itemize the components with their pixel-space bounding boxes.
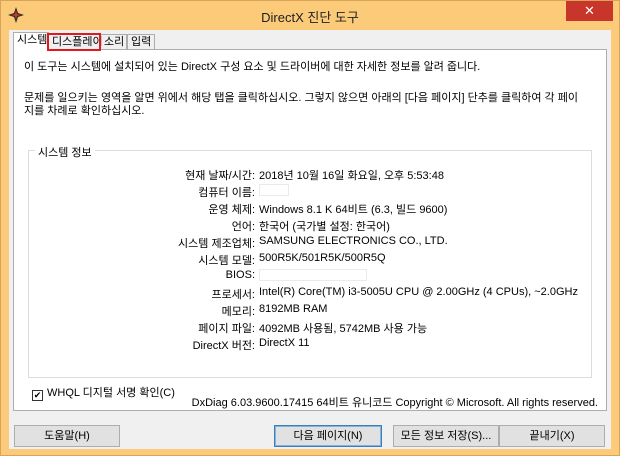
info-value: 4092MB 사용됨, 5742MB 사용 가능 <box>259 323 428 335</box>
info-row-language: 언어: 한국어 (국가별 설정: 한국어) <box>29 218 593 233</box>
tab-panel: 이 도구는 시스템에 설치되어 있는 DirectX 구성 요소 및 드라이버에… <box>13 49 607 411</box>
info-row-page-file: 페이지 파일: 4092MB 사용됨, 5742MB 사용 가능 <box>29 320 593 335</box>
info-label: DirectX 버전: <box>192 340 255 352</box>
next-page-button[interactable]: 다음 페이지(N) <box>274 425 382 447</box>
tab-input[interactable]: 입력 <box>127 34 155 50</box>
info-label: 언어: <box>231 221 255 233</box>
info-label: 페이지 파일: <box>198 323 255 335</box>
exit-button[interactable]: 끝내기(X) <box>499 425 605 447</box>
redacted-field <box>259 184 289 197</box>
info-value: SAMSUNG ELECTRONICS CO., LTD. <box>259 235 448 247</box>
info-label: 현재 날짜/시간: <box>185 170 255 182</box>
info-label: BIOS: <box>225 269 255 281</box>
close-icon[interactable]: ✕ <box>566 1 613 21</box>
group-title: 시스템 정보 <box>35 144 95 160</box>
info-value: 500R5K/501R5K/500R5Q <box>259 252 386 264</box>
tab-display[interactable]: 디스플레이 <box>47 33 103 51</box>
client-area: 시스템 디스플레이 소리 입력 이 도구는 시스템에 설치되어 있는 Direc… <box>9 30 611 449</box>
system-info-group: 시스템 정보 현재 날짜/시간: 2018년 10월 16일 화요일, 오후 5… <box>28 144 593 378</box>
info-value <box>259 269 367 282</box>
instructions-text: 문제를 일으키는 영역을 알면 위에서 해당 탭을 클릭하십시오. 그렇지 않으… <box>24 92 578 117</box>
checkmark-icon[interactable]: ✔ <box>32 390 43 401</box>
info-row-processor: 프로세서: Intel(R) Core(TM) i3-5005U CPU @ 2… <box>29 286 593 301</box>
info-row-computer-name: 컴퓨터 이름: <box>29 184 593 199</box>
window-title: DirectX 진단 도구 <box>261 10 359 25</box>
whql-checkbox[interactable]: ✔ WHQL 디지털 서명 확인(C) <box>32 384 175 401</box>
tab-sound[interactable]: 소리 <box>100 34 127 50</box>
info-value: 2018년 10월 16일 화요일, 오후 5:53:48 <box>259 170 444 182</box>
info-label: 시스템 제조업체: <box>178 238 255 250</box>
info-row-memory: 메모리: 8192MB RAM <box>29 303 593 318</box>
help-button[interactable]: 도움말(H) <box>14 425 120 447</box>
info-value: Windows 8.1 K 64비트 (6.3, 빌드 9600) <box>259 204 448 216</box>
info-value: 한국어 (국가별 설정: 한국어) <box>259 221 390 233</box>
info-value <box>259 184 289 197</box>
info-row-directx-version: DirectX 버전: DirectX 11 <box>29 337 593 352</box>
info-row-manufacturer: 시스템 제조업체: SAMSUNG ELECTRONICS CO., LTD. <box>29 235 593 250</box>
version-copyright: DxDiag 6.03.9600.17415 64비트 유니코드 Copyrig… <box>191 397 598 409</box>
info-label: 운영 체제: <box>208 204 255 216</box>
info-label: 프로세서: <box>211 289 255 301</box>
info-value: DirectX 11 <box>259 337 310 349</box>
info-value: 8192MB RAM <box>259 303 328 315</box>
info-value: Intel(R) Core(TM) i3-5005U CPU @ 2.00GHz… <box>259 286 578 298</box>
dxdiag-window: DirectX 진단 도구 ✕ 시스템 디스플레이 소리 입력 이 도구는 시스… <box>0 0 620 456</box>
tab-system[interactable]: 시스템 <box>13 32 49 51</box>
save-all-info-button[interactable]: 모든 정보 저장(S)... <box>393 425 499 447</box>
info-row-bios: BIOS: <box>29 269 593 283</box>
whql-label: WHQL 디지털 서명 확인(C) <box>47 387 175 399</box>
intro-text: 이 도구는 시스템에 설치되어 있는 DirectX 구성 요소 및 드라이버에… <box>24 61 481 73</box>
info-label: 메모리: <box>221 306 255 318</box>
info-label: 시스템 모델: <box>198 255 255 267</box>
redacted-field <box>259 269 367 282</box>
info-label: 컴퓨터 이름: <box>198 187 255 199</box>
info-row-os: 운영 체제: Windows 8.1 K 64비트 (6.3, 빌드 9600) <box>29 201 593 216</box>
info-row-datetime: 현재 날짜/시간: 2018년 10월 16일 화요일, 오후 5:53:48 <box>29 167 593 182</box>
title-bar[interactable]: DirectX 진단 도구 ✕ <box>1 1 619 30</box>
info-row-model: 시스템 모델: 500R5K/501R5K/500R5Q <box>29 252 593 267</box>
